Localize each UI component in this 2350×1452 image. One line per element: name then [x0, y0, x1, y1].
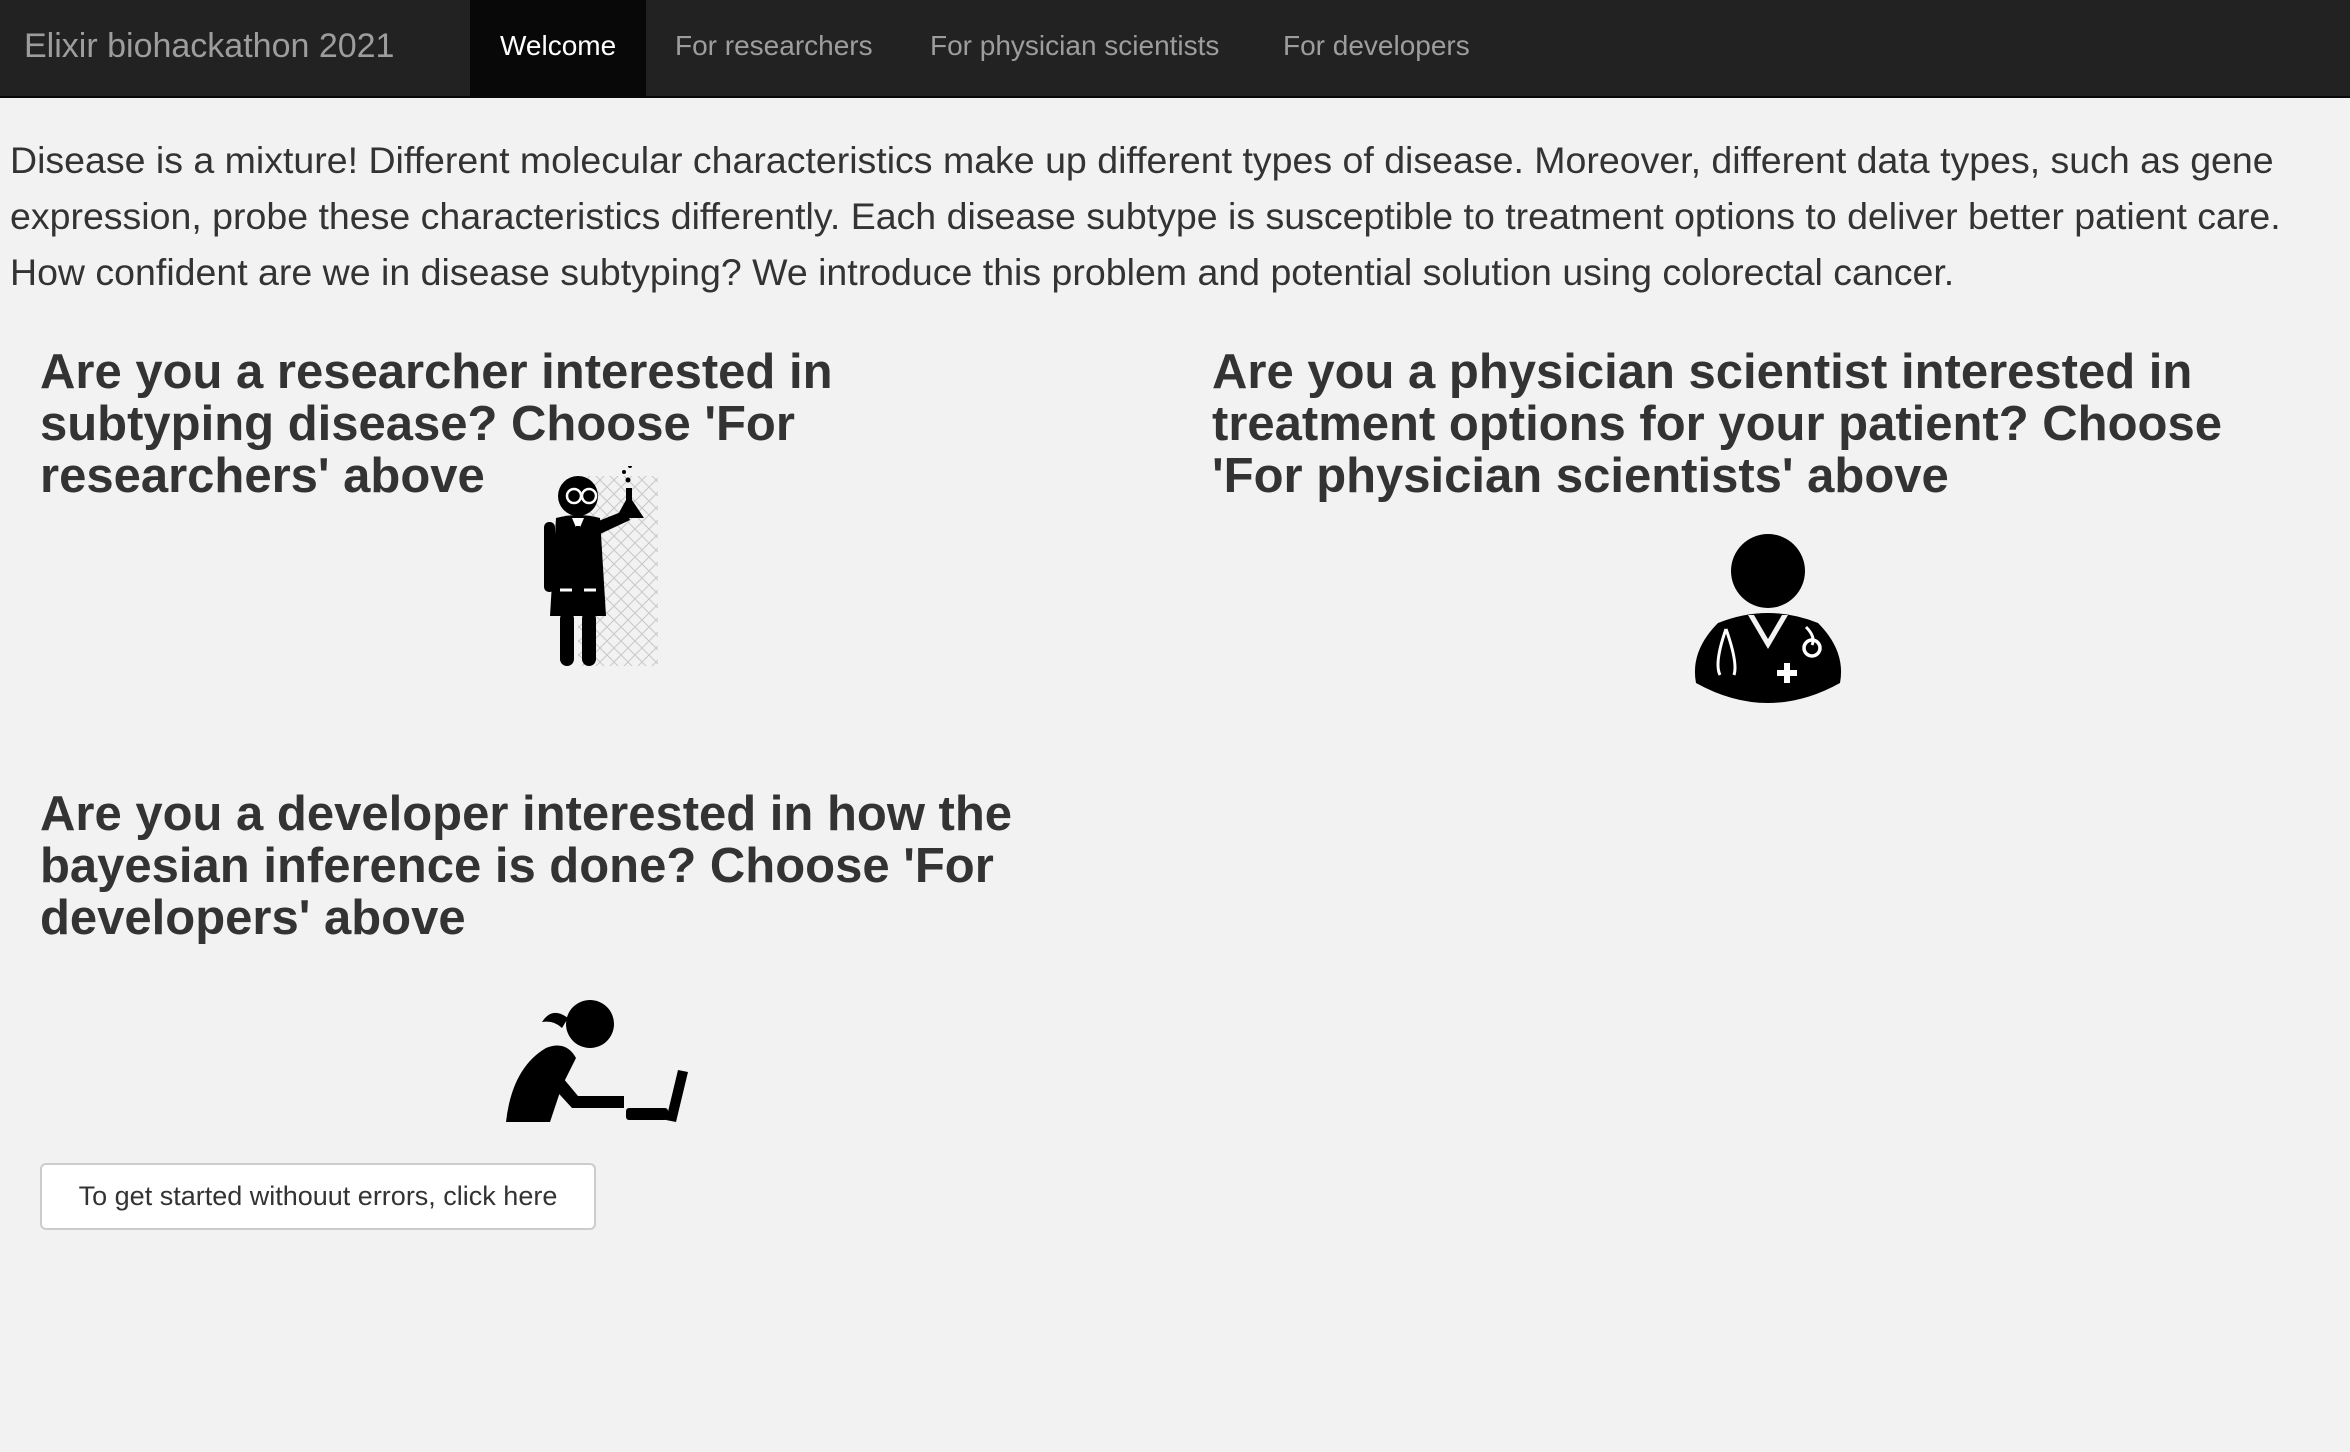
tab-for-researchers[interactable]: For researchers	[645, 0, 903, 96]
developer-at-laptop-icon	[506, 998, 690, 1124]
developer-heading: Are you a developer interested in how th…	[40, 787, 1013, 945]
intro-paragraph: Disease is a mixture! Different molecula…	[10, 139, 2281, 293]
top-navbar: Elixir biohackathon 2021 Welcome For res…	[0, 0, 2350, 98]
tab-for-physician-scientists[interactable]: For physician scientists	[900, 0, 1249, 96]
doctor-icon	[1690, 533, 1845, 708]
scientist-icon	[530, 464, 660, 671]
physician-heading: Are you a physician scientist interested…	[1212, 345, 2222, 503]
tab-for-developers[interactable]: For developers	[1253, 0, 1500, 96]
get-started-button[interactable]: To get started withouut errors, click he…	[40, 1163, 596, 1230]
tab-welcome[interactable]: Welcome	[470, 0, 647, 96]
navbar-brand[interactable]: Elixir biohackathon 2021	[24, 0, 394, 96]
